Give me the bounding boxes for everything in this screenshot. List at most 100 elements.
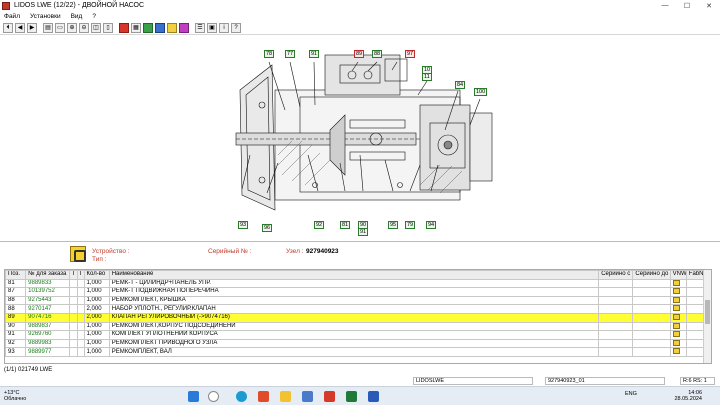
vnw-icon[interactable] [672, 297, 680, 303]
table-row[interactable]: 91 9269760 1,000 КОМПЛЕКТ УПЛОТНЕНИЙ КОРПУС… [5, 330, 711, 340]
table-row[interactable]: 87 10139752 1,000 РЕМК-Т ПОДВИЖНАЯ ПОПЕРЕЧИ… [5, 287, 711, 297]
grid-icon[interactable]: ▦ [131, 22, 141, 33]
callout-97[interactable]: 97 [405, 50, 416, 58]
lidos-task-icon[interactable] [324, 391, 335, 402]
tray-lang[interactable]: ENG [625, 391, 637, 397]
col-qty[interactable]: Кол-во [83, 270, 110, 280]
excel-icon[interactable] [346, 391, 357, 402]
taskbar: +13°C Облачно ENG 14:06 28.05.2024 [0, 386, 720, 405]
col-name[interactable]: Наименование [108, 270, 600, 280]
page-icon[interactable]: ▯ [103, 22, 113, 33]
explorer-icon[interactable] [280, 391, 291, 402]
parts-icon[interactable]: ▣ [207, 22, 217, 33]
maximize-button[interactable]: ☐ [676, 0, 698, 11]
callout-92[interactable]: 92 [314, 221, 325, 229]
search-icon[interactable] [208, 391, 219, 402]
minimize-button[interactable]: — [654, 0, 676, 11]
doc-icon[interactable]: ▭ [55, 22, 65, 33]
red-tool-icon[interactable] [119, 22, 129, 33]
list-icon[interactable]: ☰ [195, 22, 205, 33]
callout-89[interactable]: 89 [354, 50, 365, 58]
zoom-in-icon[interactable]: ⊕ [67, 22, 77, 33]
table-row[interactable]: 90 9889837 1,000 РЕМКОМПЛЕКТ,КОРПУС ПОДСОЕД… [5, 321, 711, 332]
parts-table: Поз. № для заказа I I Кол-во Наименовани… [4, 269, 712, 364]
vnw-icon[interactable] [672, 340, 680, 346]
table-row[interactable]: 88 9275443 1,000 РЕМКОМПЛЕКТ, КРЫШКА [5, 295, 711, 306]
cell-pos: 88 [5, 304, 27, 314]
cell-name: РЕМКОМПЛЕКТ,КОРПУС ПОДСОЕДИНЕНИ [108, 321, 600, 332]
menu-file[interactable]: Файл [4, 13, 20, 20]
yellow-tool-icon[interactable] [167, 22, 177, 33]
fit-icon[interactable]: ◫ [91, 22, 101, 33]
callout-100[interactable]: 100 [474, 88, 488, 96]
store-icon[interactable] [258, 391, 269, 402]
callout-93[interactable]: 93 [238, 221, 249, 229]
vnw-icon[interactable] [672, 305, 680, 312]
callout-96[interactable]: 96 [262, 224, 273, 232]
table-row[interactable]: 92 9889983 1,000 РЕМКОМПЛЕКТ ПРИВОДНОГО УЗЛ… [5, 338, 711, 349]
open-icon[interactable]: ⏴ [3, 22, 13, 33]
assembly-icon[interactable] [70, 246, 86, 262]
cell-order-no: 9889977 [25, 347, 71, 357]
cell-qty: 1,000 [83, 347, 110, 357]
help-icon[interactable]: ? [231, 22, 241, 33]
back-icon[interactable]: ◀ [15, 22, 25, 33]
callout-79[interactable]: 79 [405, 221, 416, 229]
table-row[interactable]: 89 9074716 2,000 КЛАПАН РЕГУЛИРОВОЧНЫЙ (->9… [5, 312, 711, 323]
vnw-icon[interactable] [672, 331, 680, 338]
info-icon[interactable]: i [219, 22, 229, 33]
cell-i1 [69, 295, 78, 306]
device-label: Устройство : [92, 248, 130, 255]
zoom-out-icon[interactable]: ⊖ [79, 22, 89, 33]
table-row[interactable]: 93 9889977 1,000 РЕМКОМПЛЕКТ, ВАЛ [5, 347, 711, 357]
callout-84[interactable]: 84 [455, 81, 466, 89]
col-serial-from[interactable]: Серийно с [598, 270, 634, 280]
callout-88[interactable]: 88 [372, 50, 383, 58]
col-vnw[interactable]: VNW [669, 270, 687, 280]
weather-desc: Облачно [4, 396, 27, 402]
callout-81[interactable]: 81 [340, 221, 351, 229]
close-button[interactable]: ✕ [698, 0, 720, 11]
vnw-icon[interactable] [672, 323, 680, 329]
menu-view[interactable]: Вид [71, 13, 83, 20]
callout-94[interactable]: 94 [426, 221, 437, 229]
clock[interactable]: 14:06 28.05.2024 [674, 390, 702, 402]
vnw-icon[interactable] [672, 288, 680, 295]
magenta-tool-icon[interactable] [179, 22, 189, 33]
table-row[interactable]: 88 9270147 2,000 НАБОР УПЛОТН., РЕГУЛИР.КЛА… [5, 304, 711, 314]
cell-name: РЕМК-Т - ЦИЛИНДР+ПАНЕЛЬ УПР. [108, 278, 600, 289]
start-icon[interactable] [188, 391, 199, 402]
col-pos[interactable]: Поз. [5, 270, 27, 280]
table-scrollbar[interactable] [703, 270, 711, 363]
callout-91b[interactable]: 91 [358, 228, 369, 236]
col-i2[interactable]: I [76, 270, 85, 280]
vnw-icon[interactable] [672, 314, 680, 320]
cell-vnw [669, 295, 687, 306]
col-serial-to[interactable]: Серийно до [632, 270, 671, 280]
callout-77[interactable]: 77 [285, 50, 296, 58]
menu-settings[interactable]: Установки [30, 13, 61, 20]
mail-icon[interactable] [302, 391, 313, 402]
cell-serial-to [632, 278, 671, 289]
table-row[interactable]: 81 9889833 1,000 РЕМК-Т - ЦИЛИНДР+ПАНЕЛЬ УП… [5, 278, 711, 289]
callout-95[interactable]: 95 [388, 221, 399, 229]
callout-11[interactable]: 11 [422, 73, 432, 81]
cell-serial-to [632, 347, 671, 357]
col-order-no[interactable]: № для заказа [25, 270, 71, 280]
forward-icon[interactable]: ▶ [27, 22, 37, 33]
callout-78[interactable]: 78 [264, 50, 275, 58]
weather-widget[interactable]: +13°C Облачно [4, 390, 26, 402]
vnw-icon[interactable] [672, 348, 680, 355]
cell-name: РЕМКОМПЛЕКТ, КРЫШКА [108, 295, 600, 306]
callout-91[interactable]: 91 [309, 50, 320, 58]
blue-tool-icon[interactable] [155, 22, 165, 33]
print-icon[interactable]: ▤ [43, 22, 53, 33]
menu-help[interactable]: ? [92, 13, 96, 20]
col-i1[interactable]: I [69, 270, 78, 280]
edge-icon[interactable] [236, 391, 247, 402]
green-tool-icon[interactable] [143, 22, 153, 33]
app-task-icon[interactable] [368, 391, 379, 402]
cell-serial-to [632, 338, 671, 349]
vnw-icon[interactable] [672, 280, 680, 286]
scrollbar-thumb[interactable] [705, 300, 710, 324]
